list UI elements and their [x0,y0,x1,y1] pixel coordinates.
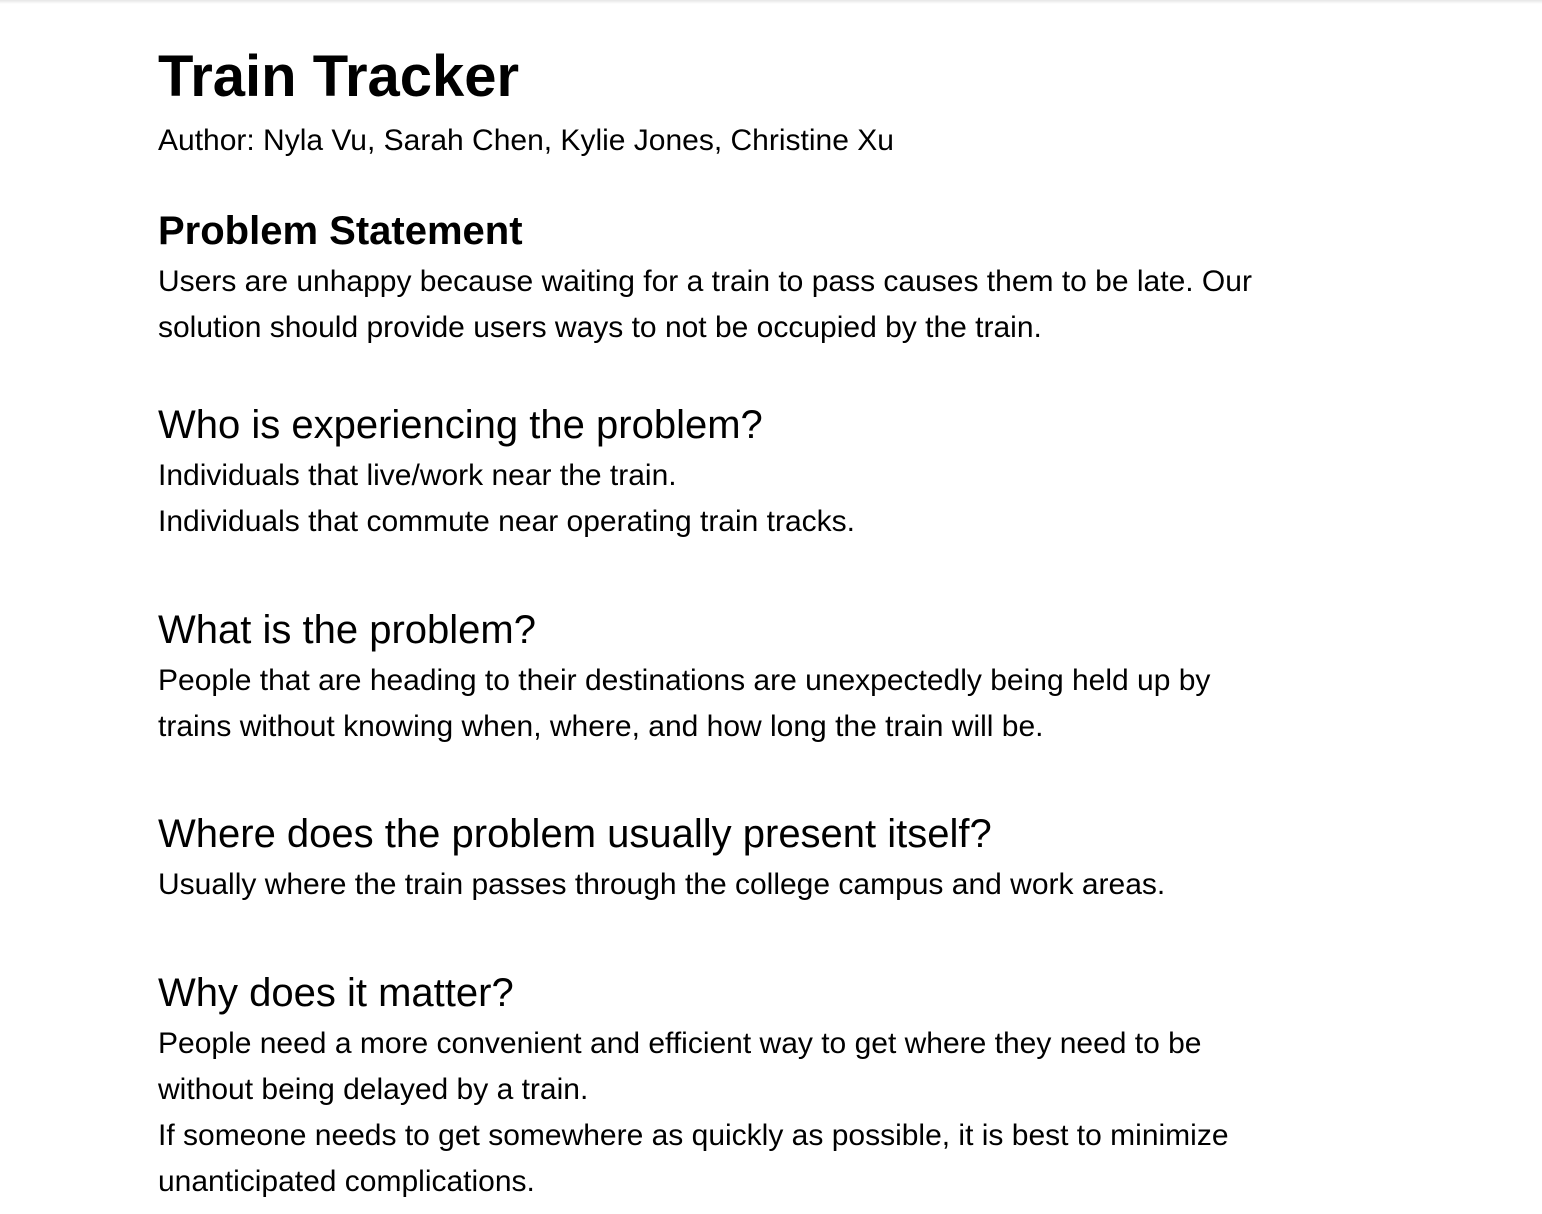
body-line: Individuals that live/work near the trai… [158,459,677,492]
document-author: Author: Nyla Vu, Sarah Chen, Kylie Jones… [158,124,894,157]
window-top-edge [0,0,1542,4]
section-heading: What is the problem? [158,608,536,652]
body-line: People need a more convenient and effici… [158,1027,1202,1060]
body-line: Users are unhappy because waiting for a … [158,265,1252,298]
body-line: Individuals that commute near operating … [158,505,856,538]
body-line: without being delayed by a train. [158,1073,589,1106]
body-line: trains without knowing when, where, and … [158,710,1044,743]
section-body: Usually where the train passes through t… [158,862,1438,908]
section-heading: Why does it matter? [158,971,514,1015]
body-line: solution should provide users ways to no… [158,311,1042,344]
section-heading: Where does the problem usually present i… [158,812,992,856]
body-line: Usually where the train passes through t… [158,868,1166,901]
section-heading: Who is experiencing the problem? [158,403,763,447]
section-body: Individuals that live/work near the trai… [158,453,1438,545]
section-where: Where does the problem usually present i… [158,811,1438,908]
section-what: What is the problem? People that are hea… [158,607,1438,750]
section-who: Who is experiencing the problem? Individ… [158,402,1438,545]
section-why: Why does it matter? People need a more c… [158,970,1438,1205]
section-body: People that are heading to their destina… [158,658,1438,750]
section-body: Users are unhappy because waiting for a … [158,259,1438,351]
document-title: Train Tracker [158,44,520,109]
body-line: People that are heading to their destina… [158,664,1211,697]
section-problem-statement: Problem Statement Users are unhappy beca… [158,208,1438,351]
body-line: If someone needs to get somewhere as qui… [158,1119,1229,1152]
body-line: unanticipated complications. [158,1165,535,1198]
section-heading: Problem Statement [158,209,523,253]
section-body: People need a more convenient and effici… [158,1021,1438,1205]
